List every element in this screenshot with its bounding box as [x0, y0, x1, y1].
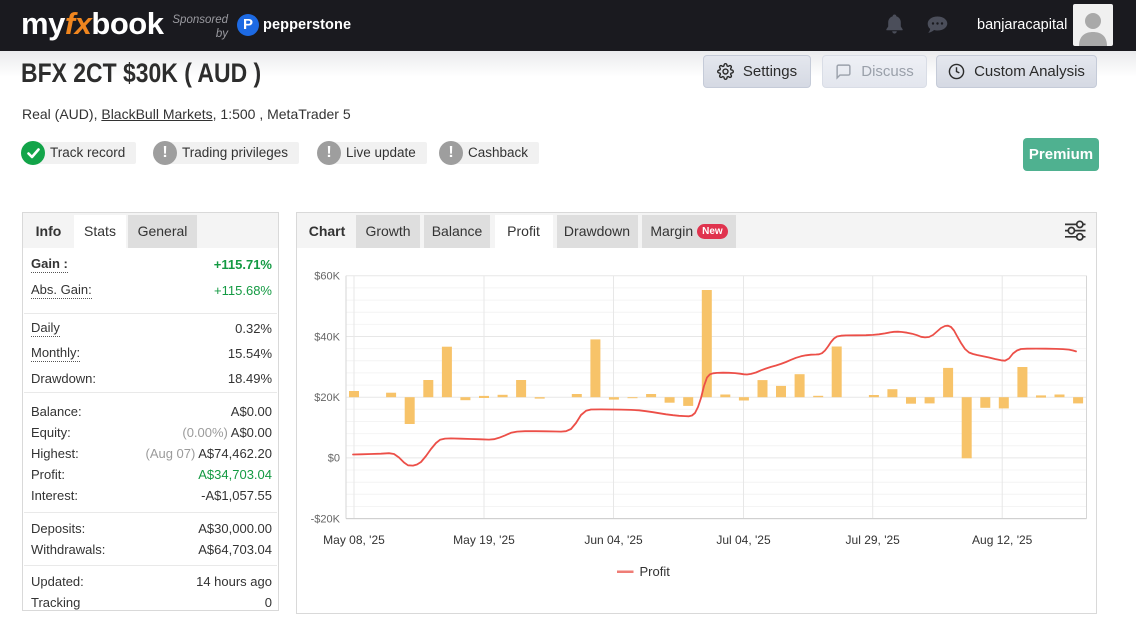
svg-text:$0: $0 — [328, 453, 340, 465]
svg-text:$20K: $20K — [314, 392, 340, 404]
svg-text:$40K: $40K — [314, 331, 340, 343]
svg-text:-$20K: -$20K — [311, 513, 341, 525]
svg-text:Jun 04, '25: Jun 04, '25 — [584, 533, 643, 547]
svg-text:Jul 29, '25: Jul 29, '25 — [846, 533, 901, 547]
svg-text:Jul 04, '25: Jul 04, '25 — [716, 533, 771, 547]
svg-text:May 08, '25: May 08, '25 — [323, 533, 385, 547]
svg-text:Aug 12, '25: Aug 12, '25 — [972, 533, 1033, 547]
svg-text:$60K: $60K — [314, 271, 340, 283]
svg-text:May 19, '25: May 19, '25 — [453, 533, 515, 547]
svg-text:Profit: Profit — [640, 564, 671, 579]
